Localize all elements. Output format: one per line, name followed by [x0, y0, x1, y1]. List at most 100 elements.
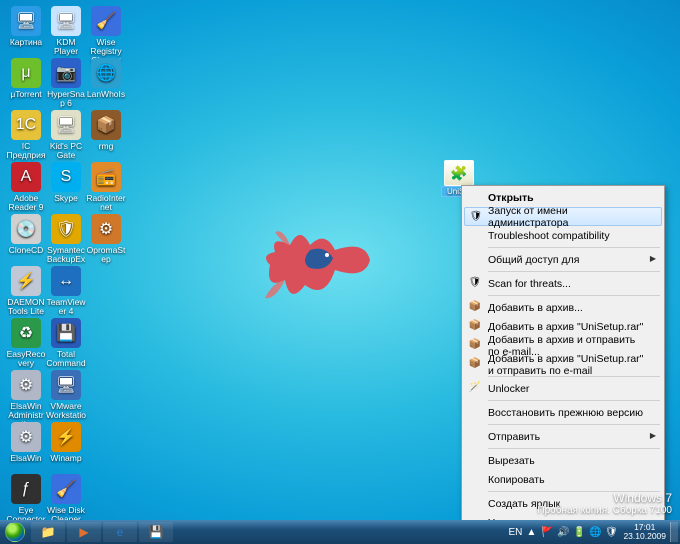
submenu-arrow-icon: ▶: [650, 431, 656, 440]
icon-label: EasyRecovery: [6, 350, 46, 368]
desktop-icon[interactable]: ♻ EasyRecovery: [6, 318, 46, 368]
tray-icon[interactable]: 🔊: [556, 525, 570, 539]
desktop-icon[interactable]: ⚡ Winamp: [46, 422, 86, 463]
desktop-icon[interactable]: ⚙ElsaWin: [6, 422, 46, 463]
icon-label: Winamp: [46, 454, 86, 463]
desktop-icon[interactable]: S Skype: [46, 162, 86, 203]
tray-icon[interactable]: 🔋: [572, 525, 586, 539]
menu-item[interactable]: Восстановить прежнюю версию: [464, 403, 662, 422]
desktop-icon[interactable]: 📦rmg: [86, 110, 126, 151]
menu-item-icon: 📦: [468, 338, 482, 352]
menu-item[interactable]: Копировать: [464, 470, 662, 489]
icon-label: LanWhoIs: [86, 90, 126, 99]
icon-label: HyperSnap 6: [46, 90, 86, 108]
desktop-icon[interactable]: 🖥Картина: [6, 6, 46, 47]
app-icon: 🖥: [11, 6, 41, 36]
app-icon: A: [11, 162, 41, 192]
icon-label: OpromaStep: [86, 246, 126, 264]
menu-item-label: Добавить в архив "UniSetup.rar" и отправ…: [488, 353, 644, 377]
app-icon: 🧹: [91, 6, 121, 36]
desktop-icon[interactable]: 📻RadioInternet: [86, 162, 126, 212]
app-icon: 🧩: [444, 160, 474, 186]
taskbar-button-media-player[interactable]: ▶: [67, 522, 101, 542]
desktop-icon[interactable]: 📷HyperSnap 6: [46, 58, 86, 108]
clock[interactable]: 17:01 23.10.2009: [623, 523, 666, 542]
desktop-icon[interactable]: 🌐 LanWhoIs: [86, 58, 126, 99]
menu-item[interactable]: 🪄Unlocker: [464, 379, 662, 398]
icon-label: DAEMON Tools Lite: [6, 298, 46, 316]
taskbar-button-app[interactable]: 💾: [139, 522, 173, 542]
menu-item-icon: 🪄: [468, 381, 482, 395]
app-icon: 💾: [51, 318, 81, 348]
desktop-icon[interactable]: 🛡Symantec BackupExec: [46, 214, 86, 273]
menu-item[interactable]: Вырезать: [464, 451, 662, 470]
desktop-icon[interactable]: ⚙ElsaWin Administration: [6, 370, 46, 429]
menu-item-icon: 📦: [468, 319, 482, 333]
menu-item-icon: 🛡: [469, 210, 483, 224]
menu-item-label: Открыть: [488, 192, 534, 204]
tray-icon[interactable]: 🌐: [588, 525, 602, 539]
app-icon: 📦: [91, 110, 121, 140]
tray-icon[interactable]: 🛡: [604, 525, 618, 539]
desktop-icon[interactable]: μμTorrent: [6, 58, 46, 99]
app-icon: 🖥: [51, 110, 81, 140]
tray-icon[interactable]: 🚩: [540, 525, 554, 539]
app-icon: 🛡: [51, 214, 81, 244]
desktop-icon[interactable]: ⚙ OpromaStep: [86, 214, 126, 264]
menu-item-icon: 🛡: [468, 276, 482, 290]
desktop-icon[interactable]: 🧹Wise Registry Cleaner: [86, 6, 126, 65]
menu-separator: [488, 424, 660, 425]
menu-item[interactable]: Отправить ▶: [464, 427, 662, 446]
language-indicator[interactable]: EN: [508, 525, 522, 539]
app-icon: ⚙: [91, 214, 121, 244]
menu-item[interactable]: 🛡 Scan for threats...: [464, 274, 662, 293]
menu-item-label: Scan for threats...: [488, 278, 571, 290]
app-icon: ⚙: [11, 422, 41, 452]
app-icon: S: [51, 162, 81, 192]
desktop[interactable]: 🖥Картина🖥KDM Player🧹Wise Registry Cleane…: [0, 0, 680, 520]
icon-label: Adobe Reader 9: [6, 194, 46, 212]
desktop-icon[interactable]: 💾Total Commander: [46, 318, 86, 377]
app-icon: ⚡: [51, 422, 81, 452]
desktop-icon[interactable]: 1CIC Предприятие: [6, 110, 46, 169]
desktop-icon[interactable]: ⚡DAEMON Tools Lite: [6, 266, 46, 316]
show-desktop-button[interactable]: [670, 522, 678, 542]
windows-branding: Windows 7 Пробная копия. Сборка 7100: [537, 491, 672, 516]
desktop-icon[interactable]: 💿CloneCD: [6, 214, 46, 255]
taskbar: 📁▶ e 💾 EN ▲🚩🔊🔋🌐🛡 17:01 23.10.2009: [0, 520, 680, 544]
taskbar-button-explorer[interactable]: 📁: [31, 522, 65, 542]
icon-label: Skype: [46, 194, 86, 203]
app-icon: 📻: [91, 162, 121, 192]
desktop-icon[interactable]: ƒEye Connector: [6, 474, 46, 520]
menu-item-label: Добавить в архив "UniSetup.rar": [488, 321, 643, 333]
desktop-icon[interactable]: A Adobe Reader 9: [6, 162, 46, 212]
taskbar-button-ie[interactable]: e: [103, 522, 137, 542]
desktop-icon[interactable]: ↔TeamViewer 4: [46, 266, 86, 316]
wallpaper-fish: [255, 210, 375, 310]
system-tray: EN ▲🚩🔊🔋🌐🛡 17:01 23.10.2009: [507, 520, 680, 544]
menu-separator: [488, 247, 660, 248]
menu-item[interactable]: 🛡Запуск от имени администратора: [464, 207, 662, 226]
icon-label: CloneCD: [6, 246, 46, 255]
context-menu: Открыть 🛡Запуск от имени администратораTr…: [461, 185, 665, 520]
desktop-icon[interactable]: 🖥VMware Workstation: [46, 370, 86, 429]
start-button[interactable]: [0, 520, 30, 544]
desktop-icon[interactable]: 🖥Kid's PC Gate: [46, 110, 86, 160]
app-icon: 🌐: [91, 58, 121, 88]
tray-icon[interactable]: ▲: [524, 525, 538, 539]
app-icon: ♻: [11, 318, 41, 348]
menu-item[interactable]: 📦 Добавить в архив...: [464, 298, 662, 317]
icon-label: Eye Connector: [6, 506, 46, 520]
menu-item-icon: 📦: [468, 300, 482, 314]
desktop-icon[interactable]: 🖥KDM Player: [46, 6, 86, 56]
menu-item[interactable]: 📦 Добавить в архив "UniSetup.rar" и отпра…: [464, 355, 662, 374]
menu-item[interactable]: Общий доступ для▶: [464, 250, 662, 269]
menu-item-label: Добавить в архив...: [488, 302, 583, 314]
menu-item[interactable]: Troubleshoot compatibility: [464, 226, 662, 245]
menu-item-label: Восстановить прежнюю версию: [488, 407, 643, 419]
menu-item-label: Отправить: [488, 431, 540, 443]
menu-item-icon: 📦: [468, 357, 482, 371]
desktop-icon[interactable]: 🧹Wise Disk Cleaner: [46, 474, 86, 520]
ie-icon: e: [117, 525, 124, 539]
menu-separator: [488, 448, 660, 449]
